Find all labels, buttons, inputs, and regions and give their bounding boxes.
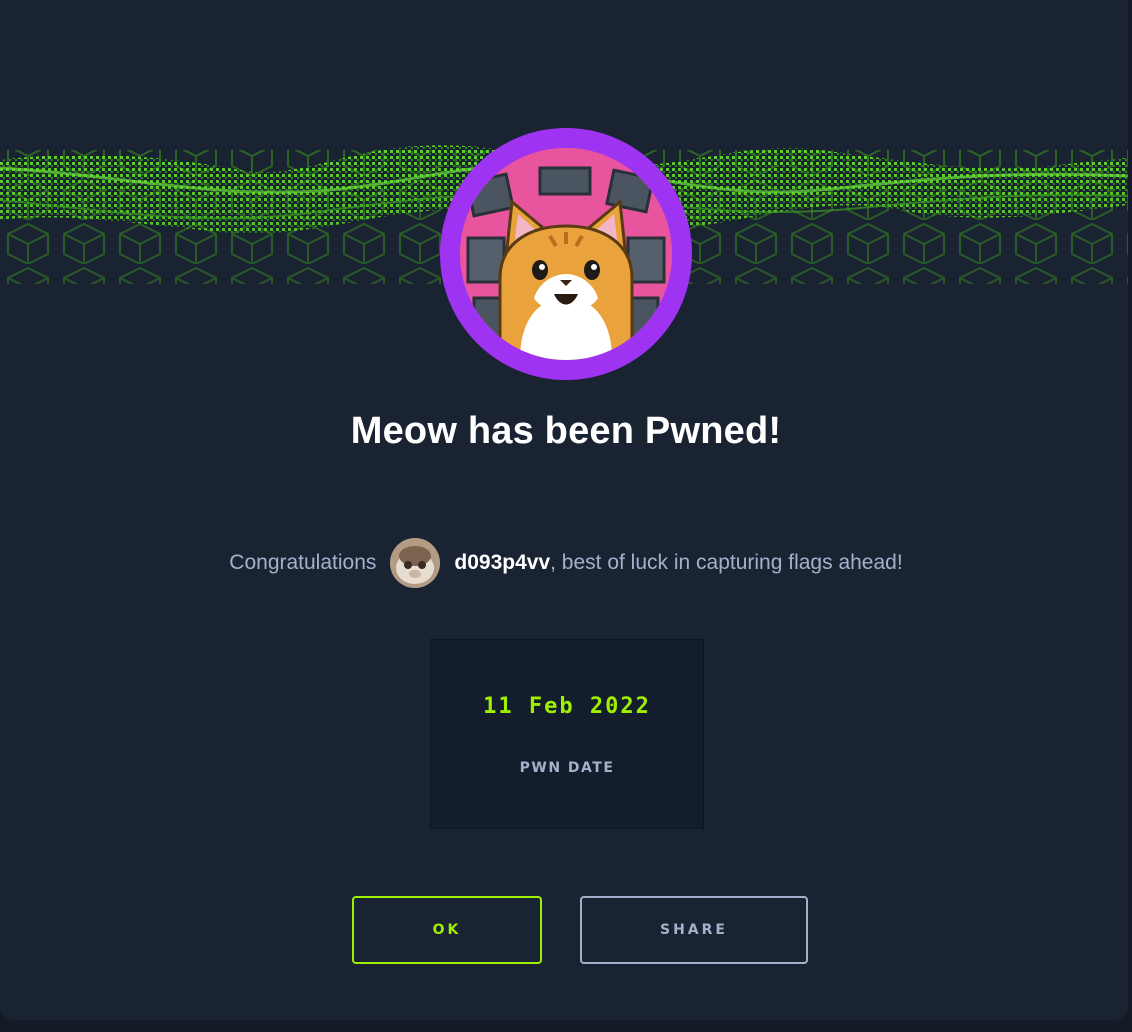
machine-avatar [440,128,692,380]
pwn-date-label: PWN DATE [519,760,615,776]
congrats-prefix: Congratulations [229,551,377,574]
ok-button[interactable]: OK [352,896,542,964]
share-button[interactable]: SHARE [580,896,808,964]
user-avatar[interactable] [390,538,441,588]
user-avatar-icon [390,538,441,588]
pwn-date-card: 11 Feb 2022 PWN DATE [430,639,704,829]
pwn-date-value: 11 Feb 2022 [483,694,651,719]
username-link[interactable]: d093p4vv [454,551,550,575]
congrats-message: Congratulations d093p4vv , best of luck … [0,536,1128,590]
page-title: Meow has been Pwned! [350,410,782,452]
pwned-modal: Meow has been Pwned! Congratulations d09… [0,0,1128,1020]
congrats-suffix: , best of luck in capturing flags ahead! [550,551,903,574]
cat-machine-avatar-icon [460,148,672,360]
